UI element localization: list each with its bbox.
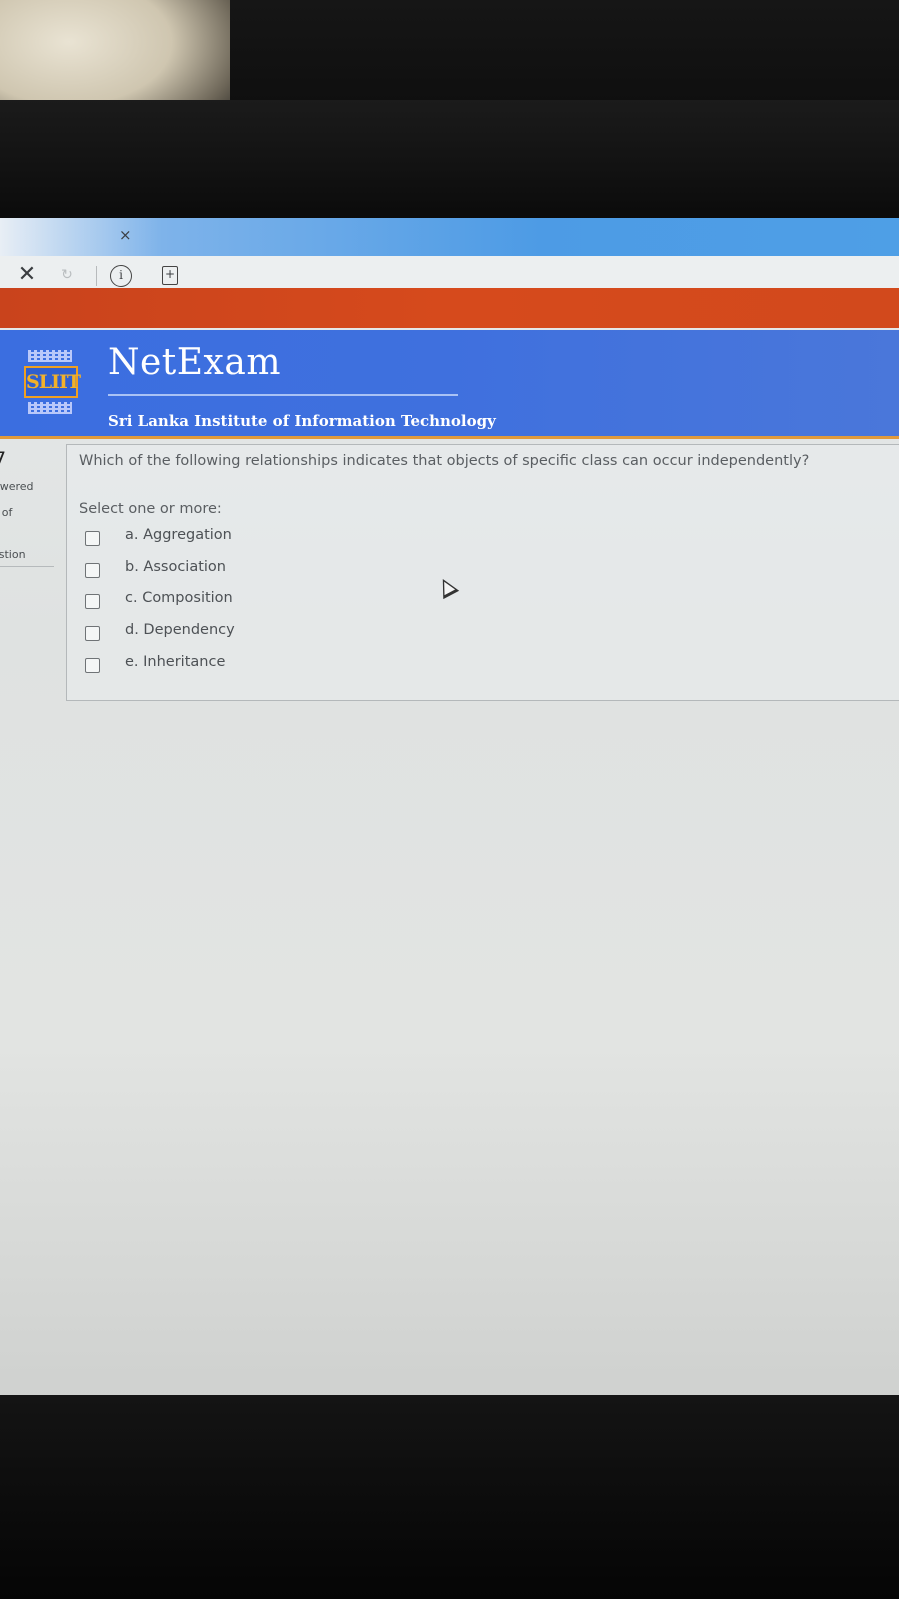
screen: × ✕ ↻ i + SLIIT NetExam Sri Lanka Instit… [0, 218, 899, 1398]
checkbox[interactable] [85, 626, 100, 641]
logo-text: SLIIT [24, 366, 81, 398]
answer-option-c[interactable]: c. Composition [85, 590, 385, 612]
browser-titlebar: × [0, 218, 899, 256]
question-number: 7 [0, 448, 7, 470]
question-text: Which of the following relationships ind… [79, 453, 810, 469]
logo-grid-bottom [28, 402, 72, 414]
site-subtitle: Sri Lanka Institute of Information Techn… [108, 412, 496, 430]
answer-label[interactable]: e. Inheritance [125, 654, 225, 670]
answer-label[interactable]: a. Aggregation [125, 527, 232, 543]
site-title: NetExam [108, 342, 281, 383]
toolbar-divider [96, 266, 97, 286]
flag-question-link[interactable]: estion [0, 548, 26, 561]
title-divider [108, 394, 458, 396]
checkbox[interactable] [85, 658, 100, 673]
panel-divider [0, 566, 54, 567]
answer-label[interactable]: d. Dependency [125, 622, 235, 638]
answer-option-b[interactable]: b. Association [85, 559, 385, 581]
question-status: swered [0, 480, 34, 493]
monitor-bezel-top [0, 100, 899, 220]
answer-option-a[interactable]: a. Aggregation [85, 527, 385, 549]
checkbox[interactable] [85, 563, 100, 578]
question-mark: t of [0, 506, 13, 519]
answer-label[interactable]: b. Association [125, 559, 226, 575]
info-icon[interactable]: i [110, 265, 132, 287]
answer-option-d[interactable]: d. Dependency [85, 622, 385, 644]
orange-banner [0, 288, 899, 328]
answer-label[interactable]: c. Composition [125, 590, 233, 606]
add-page-icon[interactable]: + [162, 266, 178, 285]
site-header: SLIIT NetExam Sri Lanka Institute of Inf… [0, 330, 899, 439]
monitor-bezel-bottom [0, 1395, 899, 1599]
sliit-logo: SLIIT [24, 350, 81, 414]
checkbox[interactable] [85, 531, 100, 546]
checkbox[interactable] [85, 594, 100, 609]
answer-option-e[interactable]: e. Inheritance [85, 654, 385, 676]
answer-prompt: Select one or more: [79, 501, 222, 517]
close-icon[interactable]: ✕ [16, 264, 38, 286]
refresh-icon[interactable]: ↻ [58, 264, 76, 286]
logo-grid-top [28, 350, 72, 362]
question-card: Which of the following relationships ind… [66, 444, 899, 701]
tab-close-icon[interactable]: × [119, 226, 132, 244]
